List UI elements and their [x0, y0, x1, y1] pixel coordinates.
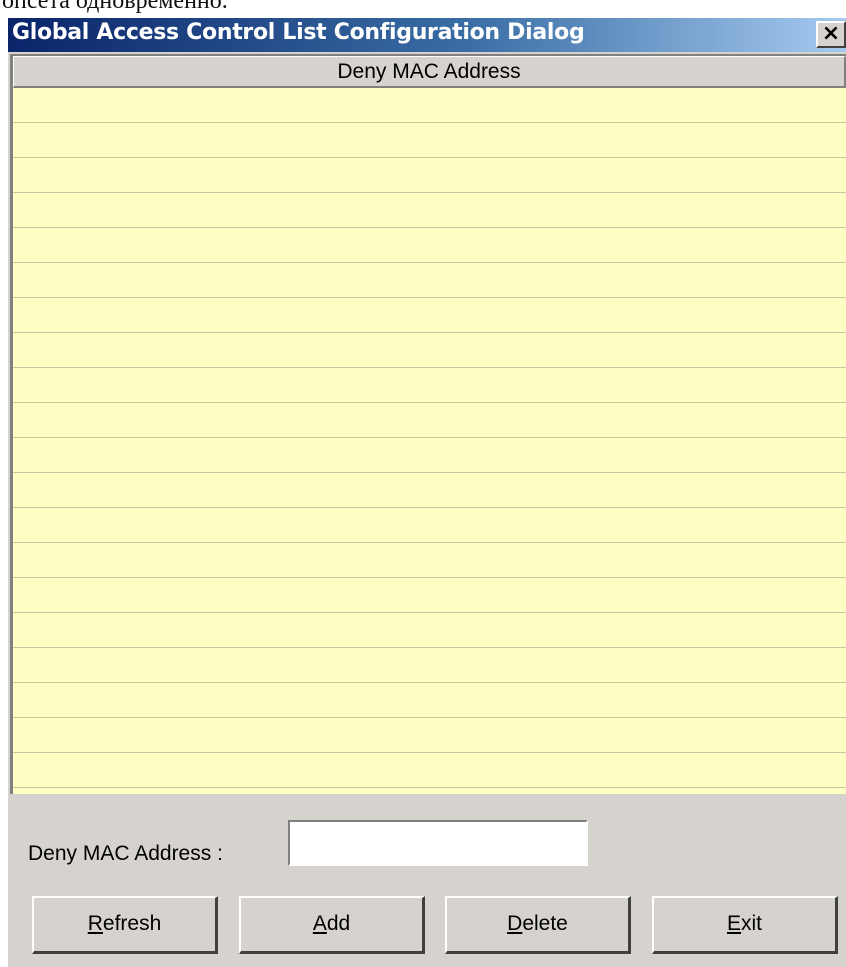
list-body[interactable]: [13, 88, 846, 794]
list-row[interactable]: [13, 718, 846, 753]
list-row[interactable]: [13, 613, 846, 648]
list-row[interactable]: [13, 473, 846, 508]
list-row[interactable]: [13, 368, 846, 403]
list-row[interactable]: [13, 123, 846, 158]
close-icon: ×: [821, 21, 841, 46]
list-row[interactable]: [13, 333, 846, 368]
list-row[interactable]: [13, 543, 846, 578]
refresh-button[interactable]: Refresh: [32, 896, 218, 954]
list-row[interactable]: [13, 403, 846, 438]
list-row[interactable]: [13, 508, 846, 543]
dialog-title: Global Access Control List Configuration…: [12, 20, 585, 45]
document-text-line: опсета одновременно.: [2, 0, 228, 14]
list-row[interactable]: [13, 683, 846, 718]
close-button[interactable]: ×: [816, 21, 846, 48]
exit-button[interactable]: Exit: [652, 896, 838, 954]
list-row[interactable]: [13, 438, 846, 473]
title-bar[interactable]: Global Access Control List Configuration…: [8, 18, 846, 52]
list-row[interactable]: [13, 228, 846, 263]
deny-mac-address-input[interactable]: [288, 820, 588, 866]
deny-mac-list[interactable]: Deny MAC Address: [10, 54, 846, 794]
list-row[interactable]: [13, 88, 846, 123]
background-document-text: опсета одновременно.: [0, 0, 846, 18]
list-row[interactable]: [13, 648, 846, 683]
acl-config-dialog: Global Access Control List Configuration…: [8, 18, 846, 967]
add-button[interactable]: Add: [239, 896, 425, 954]
deny-mac-address-label: Deny MAC Address :: [28, 842, 223, 865]
list-row[interactable]: [13, 158, 846, 193]
delete-button[interactable]: Delete: [445, 896, 631, 954]
list-row[interactable]: [13, 298, 846, 333]
list-row[interactable]: [13, 788, 846, 794]
list-row[interactable]: [13, 578, 846, 613]
list-row[interactable]: [13, 753, 846, 788]
list-row[interactable]: [13, 193, 846, 228]
column-header-deny-mac-address[interactable]: Deny MAC Address: [13, 56, 846, 88]
list-row[interactable]: [13, 263, 846, 298]
